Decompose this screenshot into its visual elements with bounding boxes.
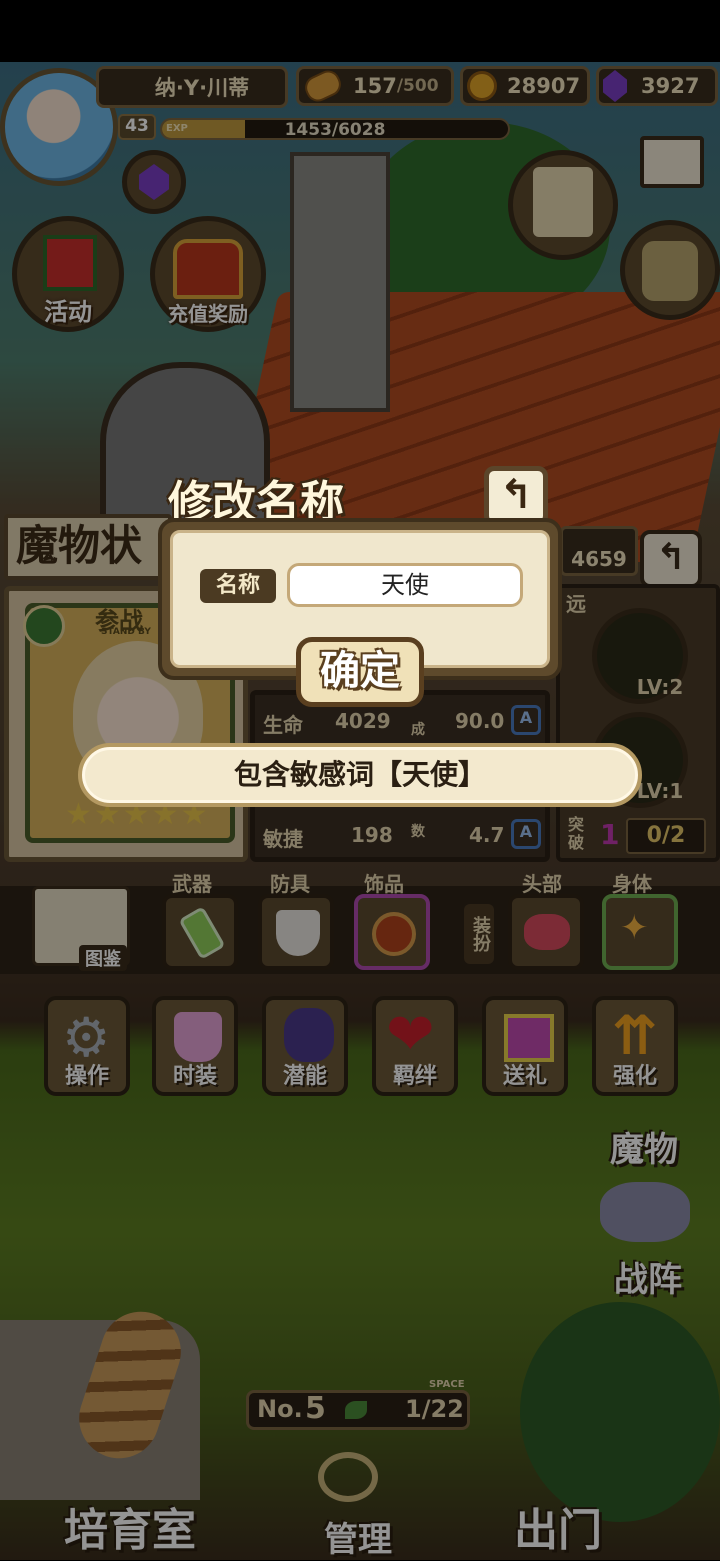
sensitive-word-toast: 包含敏感词【天使】	[78, 743, 642, 807]
confirm-button[interactable]: 确定	[296, 637, 424, 707]
name-input[interactable]: 天使	[287, 563, 523, 607]
return-arrow-icon: ↰	[499, 472, 533, 518]
name-field-label: 名称	[200, 569, 276, 603]
dialog-close-button[interactable]: ↰	[484, 466, 548, 526]
modal-backdrop[interactable]	[0, 62, 720, 1560]
